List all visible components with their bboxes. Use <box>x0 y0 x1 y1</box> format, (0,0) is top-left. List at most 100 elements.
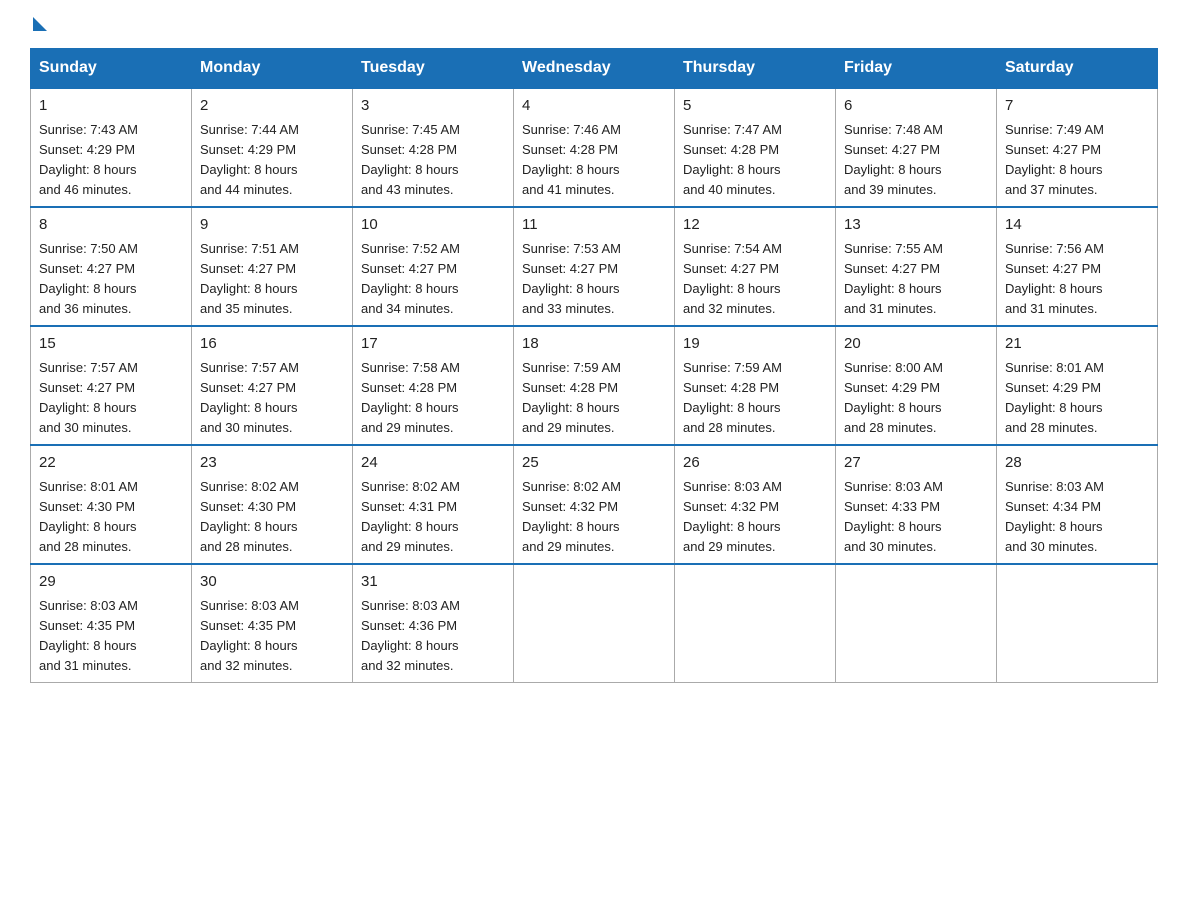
day-number: 14 <box>1005 214 1149 237</box>
day-number: 18 <box>522 333 666 356</box>
day-info: Sunrise: 7:54 AMSunset: 4:27 PMDaylight:… <box>683 239 827 320</box>
day-info: Sunrise: 7:48 AMSunset: 4:27 PMDaylight:… <box>844 120 988 201</box>
day-number: 30 <box>200 571 344 594</box>
calendar-cell: 22Sunrise: 8:01 AMSunset: 4:30 PMDayligh… <box>31 445 192 564</box>
calendar-cell: 19Sunrise: 7:59 AMSunset: 4:28 PMDayligh… <box>675 326 836 445</box>
day-number: 31 <box>361 571 505 594</box>
day-number: 29 <box>39 571 183 594</box>
day-number: 13 <box>844 214 988 237</box>
day-info: Sunrise: 7:57 AMSunset: 4:27 PMDaylight:… <box>200 358 344 439</box>
day-info: Sunrise: 8:03 AMSunset: 4:35 PMDaylight:… <box>39 596 183 677</box>
day-info: Sunrise: 8:01 AMSunset: 4:29 PMDaylight:… <box>1005 358 1149 439</box>
calendar-cell: 25Sunrise: 8:02 AMSunset: 4:32 PMDayligh… <box>514 445 675 564</box>
calendar-cell: 23Sunrise: 8:02 AMSunset: 4:30 PMDayligh… <box>192 445 353 564</box>
day-info: Sunrise: 7:53 AMSunset: 4:27 PMDaylight:… <box>522 239 666 320</box>
day-number: 28 <box>1005 452 1149 475</box>
weekday-header-friday: Friday <box>836 49 997 89</box>
day-info: Sunrise: 8:02 AMSunset: 4:31 PMDaylight:… <box>361 477 505 558</box>
day-info: Sunrise: 7:50 AMSunset: 4:27 PMDaylight:… <box>39 239 183 320</box>
day-number: 22 <box>39 452 183 475</box>
day-number: 10 <box>361 214 505 237</box>
calendar-header: SundayMondayTuesdayWednesdayThursdayFrid… <box>31 49 1158 89</box>
calendar-cell: 24Sunrise: 8:02 AMSunset: 4:31 PMDayligh… <box>353 445 514 564</box>
day-number: 20 <box>844 333 988 356</box>
day-info: Sunrise: 7:55 AMSunset: 4:27 PMDaylight:… <box>844 239 988 320</box>
day-number: 23 <box>200 452 344 475</box>
calendar-cell <box>836 564 997 683</box>
calendar-body: 1Sunrise: 7:43 AMSunset: 4:29 PMDaylight… <box>31 88 1158 683</box>
calendar-cell <box>514 564 675 683</box>
day-info: Sunrise: 7:59 AMSunset: 4:28 PMDaylight:… <box>683 358 827 439</box>
day-number: 6 <box>844 95 988 118</box>
day-number: 8 <box>39 214 183 237</box>
calendar-week-row: 15Sunrise: 7:57 AMSunset: 4:27 PMDayligh… <box>31 326 1158 445</box>
logo-arrow-icon <box>33 17 47 31</box>
day-info: Sunrise: 7:45 AMSunset: 4:28 PMDaylight:… <box>361 120 505 201</box>
day-info: Sunrise: 8:03 AMSunset: 4:33 PMDaylight:… <box>844 477 988 558</box>
day-number: 9 <box>200 214 344 237</box>
day-number: 11 <box>522 214 666 237</box>
day-number: 24 <box>361 452 505 475</box>
calendar-week-row: 29Sunrise: 8:03 AMSunset: 4:35 PMDayligh… <box>31 564 1158 683</box>
day-info: Sunrise: 8:01 AMSunset: 4:30 PMDaylight:… <box>39 477 183 558</box>
day-info: Sunrise: 7:49 AMSunset: 4:27 PMDaylight:… <box>1005 120 1149 201</box>
day-info: Sunrise: 8:03 AMSunset: 4:34 PMDaylight:… <box>1005 477 1149 558</box>
logo-top <box>30 20 47 34</box>
day-info: Sunrise: 8:03 AMSunset: 4:32 PMDaylight:… <box>683 477 827 558</box>
calendar-cell: 11Sunrise: 7:53 AMSunset: 4:27 PMDayligh… <box>514 207 675 326</box>
calendar-cell: 3Sunrise: 7:45 AMSunset: 4:28 PMDaylight… <box>353 88 514 207</box>
day-info: Sunrise: 7:57 AMSunset: 4:27 PMDaylight:… <box>39 358 183 439</box>
day-number: 1 <box>39 95 183 118</box>
day-info: Sunrise: 8:00 AMSunset: 4:29 PMDaylight:… <box>844 358 988 439</box>
day-number: 5 <box>683 95 827 118</box>
weekday-header-wednesday: Wednesday <box>514 49 675 89</box>
day-info: Sunrise: 7:56 AMSunset: 4:27 PMDaylight:… <box>1005 239 1149 320</box>
day-number: 19 <box>683 333 827 356</box>
calendar-cell: 1Sunrise: 7:43 AMSunset: 4:29 PMDaylight… <box>31 88 192 207</box>
day-info: Sunrise: 7:52 AMSunset: 4:27 PMDaylight:… <box>361 239 505 320</box>
calendar-cell: 21Sunrise: 8:01 AMSunset: 4:29 PMDayligh… <box>997 326 1158 445</box>
day-number: 16 <box>200 333 344 356</box>
day-info: Sunrise: 8:02 AMSunset: 4:30 PMDaylight:… <box>200 477 344 558</box>
calendar-cell: 14Sunrise: 7:56 AMSunset: 4:27 PMDayligh… <box>997 207 1158 326</box>
day-info: Sunrise: 7:43 AMSunset: 4:29 PMDaylight:… <box>39 120 183 201</box>
day-info: Sunrise: 7:47 AMSunset: 4:28 PMDaylight:… <box>683 120 827 201</box>
calendar-cell: 29Sunrise: 8:03 AMSunset: 4:35 PMDayligh… <box>31 564 192 683</box>
logo <box>30 20 47 30</box>
calendar-cell: 12Sunrise: 7:54 AMSunset: 4:27 PMDayligh… <box>675 207 836 326</box>
calendar-table: SundayMondayTuesdayWednesdayThursdayFrid… <box>30 48 1158 683</box>
calendar-cell: 17Sunrise: 7:58 AMSunset: 4:28 PMDayligh… <box>353 326 514 445</box>
day-info: Sunrise: 7:46 AMSunset: 4:28 PMDaylight:… <box>522 120 666 201</box>
calendar-cell: 10Sunrise: 7:52 AMSunset: 4:27 PMDayligh… <box>353 207 514 326</box>
calendar-cell: 20Sunrise: 8:00 AMSunset: 4:29 PMDayligh… <box>836 326 997 445</box>
calendar-cell: 18Sunrise: 7:59 AMSunset: 4:28 PMDayligh… <box>514 326 675 445</box>
calendar-week-row: 8Sunrise: 7:50 AMSunset: 4:27 PMDaylight… <box>31 207 1158 326</box>
calendar-cell: 8Sunrise: 7:50 AMSunset: 4:27 PMDaylight… <box>31 207 192 326</box>
calendar-cell: 4Sunrise: 7:46 AMSunset: 4:28 PMDaylight… <box>514 88 675 207</box>
day-number: 27 <box>844 452 988 475</box>
day-number: 7 <box>1005 95 1149 118</box>
calendar-week-row: 22Sunrise: 8:01 AMSunset: 4:30 PMDayligh… <box>31 445 1158 564</box>
day-number: 12 <box>683 214 827 237</box>
day-info: Sunrise: 8:03 AMSunset: 4:35 PMDaylight:… <box>200 596 344 677</box>
day-number: 3 <box>361 95 505 118</box>
day-info: Sunrise: 7:51 AMSunset: 4:27 PMDaylight:… <box>200 239 344 320</box>
day-info: Sunrise: 8:03 AMSunset: 4:36 PMDaylight:… <box>361 596 505 677</box>
day-number: 15 <box>39 333 183 356</box>
weekday-header-sunday: Sunday <box>31 49 192 89</box>
day-number: 21 <box>1005 333 1149 356</box>
day-info: Sunrise: 7:44 AMSunset: 4:29 PMDaylight:… <box>200 120 344 201</box>
calendar-cell: 16Sunrise: 7:57 AMSunset: 4:27 PMDayligh… <box>192 326 353 445</box>
calendar-cell: 31Sunrise: 8:03 AMSunset: 4:36 PMDayligh… <box>353 564 514 683</box>
day-info: Sunrise: 7:58 AMSunset: 4:28 PMDaylight:… <box>361 358 505 439</box>
calendar-cell: 28Sunrise: 8:03 AMSunset: 4:34 PMDayligh… <box>997 445 1158 564</box>
calendar-cell <box>997 564 1158 683</box>
calendar-cell: 7Sunrise: 7:49 AMSunset: 4:27 PMDaylight… <box>997 88 1158 207</box>
calendar-cell: 13Sunrise: 7:55 AMSunset: 4:27 PMDayligh… <box>836 207 997 326</box>
calendar-week-row: 1Sunrise: 7:43 AMSunset: 4:29 PMDaylight… <box>31 88 1158 207</box>
weekday-header-saturday: Saturday <box>997 49 1158 89</box>
day-info: Sunrise: 8:02 AMSunset: 4:32 PMDaylight:… <box>522 477 666 558</box>
weekday-header-tuesday: Tuesday <box>353 49 514 89</box>
day-info: Sunrise: 7:59 AMSunset: 4:28 PMDaylight:… <box>522 358 666 439</box>
calendar-cell: 9Sunrise: 7:51 AMSunset: 4:27 PMDaylight… <box>192 207 353 326</box>
